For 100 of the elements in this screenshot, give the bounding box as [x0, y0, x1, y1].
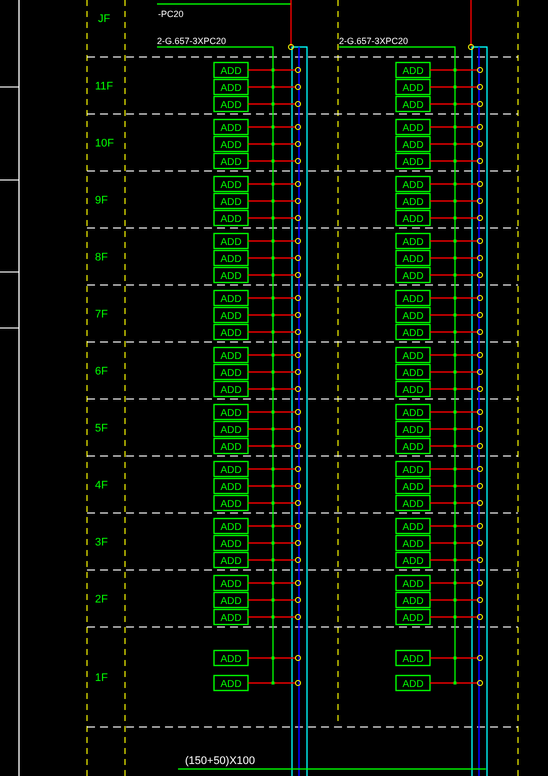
outlet-box: ADD	[395, 192, 431, 210]
terminal-icon	[477, 655, 483, 661]
outlet-box: ADD	[213, 674, 249, 692]
terminal-icon	[477, 312, 483, 318]
terminal-icon	[295, 215, 301, 221]
outlet-box: ADD	[395, 650, 431, 666]
terminal-icon	[295, 272, 301, 278]
terminal-icon	[477, 409, 483, 415]
outlet-box: ADD	[395, 478, 431, 494]
terminal-icon	[295, 67, 301, 73]
terminal-icon	[477, 84, 483, 90]
terminal-icon	[295, 329, 301, 335]
terminal-icon	[477, 352, 483, 358]
outlet-box: ADD	[395, 176, 431, 192]
outlet-box: ADD	[395, 118, 431, 136]
connection-line	[248, 445, 296, 447]
outlet-box: ADD	[213, 534, 249, 552]
outlet-box: ADD	[395, 78, 431, 96]
terminal-icon	[295, 580, 301, 586]
connection-line	[248, 616, 296, 618]
connection-line	[430, 657, 478, 659]
connection-line	[430, 682, 478, 684]
floor-label: 6F	[95, 366, 108, 378]
terminal-icon	[477, 101, 483, 107]
outlet-box: ADD	[213, 608, 249, 626]
outlet-box: ADD	[395, 574, 431, 592]
terminal-icon	[477, 426, 483, 432]
outlet-box: ADD	[395, 404, 431, 420]
floor-label: 4F	[95, 480, 108, 492]
connection-line	[430, 297, 478, 299]
terminal-icon	[477, 238, 483, 244]
connection-line	[248, 160, 296, 162]
terminal-icon	[477, 369, 483, 375]
connection-line	[248, 468, 296, 470]
outlet-box: ADD	[213, 210, 249, 226]
outlet-box: ADD	[395, 420, 431, 438]
connection-line	[430, 257, 478, 259]
terminal-icon	[295, 426, 301, 432]
floor-label: 3F	[95, 536, 108, 548]
terminal-icon	[477, 215, 483, 221]
terminal-icon	[295, 466, 301, 472]
outlet-box: ADD	[395, 552, 431, 568]
outlet-box: ADD	[395, 460, 431, 478]
terminal-icon	[295, 655, 301, 661]
outlet-box: ADD	[395, 364, 431, 380]
outlet-box: ADD	[395, 136, 431, 152]
feed-cable-line	[290, 0, 292, 46]
terminal-icon	[477, 198, 483, 204]
terminal-icon	[477, 141, 483, 147]
outlet-box: ADD	[213, 118, 249, 136]
floor-label: JF	[98, 13, 110, 25]
connection-line	[248, 143, 296, 145]
connection-line	[430, 331, 478, 333]
outlet-box: ADD	[395, 306, 431, 324]
terminal-icon	[477, 597, 483, 603]
terminal-icon	[295, 101, 301, 107]
outlet-box: ADD	[395, 438, 431, 454]
terminal-icon	[295, 181, 301, 187]
connection-line	[248, 582, 296, 584]
terminal-icon	[477, 680, 483, 686]
outlet-box: ADD	[213, 346, 249, 364]
outlet-box: ADD	[213, 364, 249, 380]
connection-line	[430, 388, 478, 390]
terminal-icon	[295, 352, 301, 358]
terminal-icon	[477, 614, 483, 620]
connection-line	[430, 502, 478, 504]
floor-label: 5F	[95, 422, 108, 434]
outlet-box: ADD	[213, 460, 249, 478]
connection-line	[248, 657, 296, 659]
outlet-box: ADD	[213, 136, 249, 152]
terminal-icon	[477, 295, 483, 301]
connection-line	[248, 371, 296, 373]
outlet-box: ADD	[395, 210, 431, 226]
terminal-icon	[295, 84, 301, 90]
floor-label: 11F	[95, 80, 114, 92]
floor-label: 8F	[95, 252, 108, 264]
connection-line	[430, 485, 478, 487]
connection-line	[248, 200, 296, 202]
terminal-icon	[477, 255, 483, 261]
outlet-box: ADD	[213, 232, 249, 250]
outlet-box: ADD	[213, 552, 249, 568]
connection-line	[430, 143, 478, 145]
terminal-icon	[295, 597, 301, 603]
terminal-icon	[295, 369, 301, 375]
terminal-icon	[477, 466, 483, 472]
terminal-icon	[295, 409, 301, 415]
connection-line	[430, 582, 478, 584]
outlet-box: ADD	[213, 266, 249, 284]
terminal-icon	[477, 181, 483, 187]
terminal-icon	[295, 443, 301, 449]
terminal-icon	[477, 158, 483, 164]
terminal-icon	[295, 614, 301, 620]
terminal-icon	[295, 500, 301, 506]
terminal-icon	[295, 158, 301, 164]
connection-line	[248, 297, 296, 299]
dimension-label: (150+50)X100	[185, 755, 256, 767]
terminal-icon	[468, 44, 474, 50]
terminal-icon	[477, 272, 483, 278]
connection-line	[430, 183, 478, 185]
cable-label: 2-G.657-3XPC20	[339, 36, 408, 46]
